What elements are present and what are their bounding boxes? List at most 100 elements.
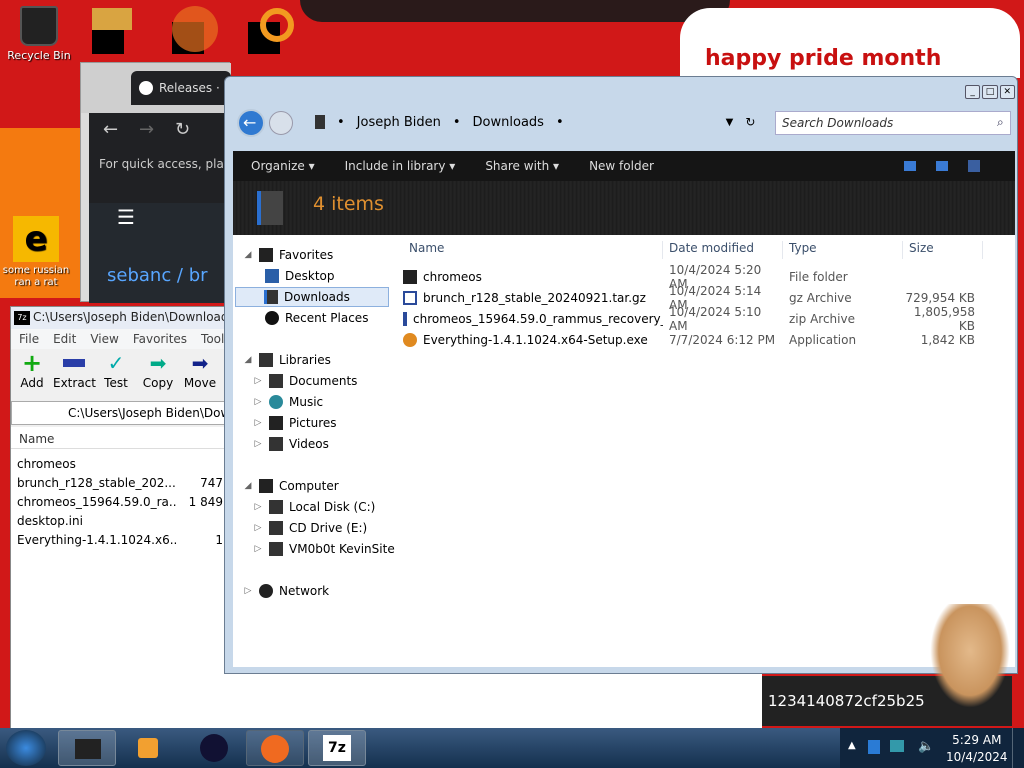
view-icon[interactable] — [903, 161, 916, 171]
desktop-shortcut-e[interactable]: e some russian ran a rat — [0, 216, 72, 289]
recent-places-icon — [265, 311, 279, 325]
network-tray-icon[interactable] — [890, 740, 904, 752]
repo-link[interactable]: sebanc / br — [107, 265, 208, 286]
browser-tab[interactable]: Releases · se — [131, 71, 231, 105]
col-type[interactable]: Type — [783, 241, 903, 259]
file-row[interactable]: Everything-1.4.1.1024.x64-Setup.exe 7/7/… — [403, 330, 1015, 350]
7zip-test-button[interactable]: ✓ Test — [95, 349, 137, 401]
folder-icon — [403, 270, 417, 284]
7zip-add-button[interactable]: + Add — [11, 349, 53, 401]
show-desktop-button[interactable] — [1012, 728, 1024, 768]
nav-libraries[interactable]: ◢ Libraries — [243, 350, 331, 370]
7zip-col-name[interactable]: Name — [11, 427, 227, 449]
minimize-button[interactable]: _ — [965, 85, 981, 99]
7zip-row[interactable]: chromeos_15964.59.0_ra... 1 849 — [17, 495, 223, 514]
show-hidden-icons[interactable]: ▲ — [848, 740, 856, 751]
nav-documents[interactable]: ▷ Documents — [253, 371, 357, 391]
move-arrow-icon: ➡ — [191, 351, 209, 375]
7zip-menu-edit[interactable]: Edit — [53, 332, 76, 349]
breadcrumb-user[interactable]: Joseph Biden — [357, 115, 441, 130]
address-dropdown-icon[interactable]: ▼ — [726, 117, 734, 128]
e-app-label: some russian ran a rat — [2, 265, 70, 288]
taskbar-7zip[interactable]: 7z — [308, 730, 366, 766]
7zip-copy-button[interactable]: ➡ Copy — [137, 349, 179, 401]
reload-icon[interactable]: ↻ — [175, 119, 190, 140]
7zip-menu-favorites[interactable]: Favorites — [133, 332, 187, 349]
desktop-white-area — [226, 674, 762, 728]
7zip-row[interactable]: Everything-1.4.1.1024.x6... 1 — [17, 533, 223, 552]
browser-window[interactable]: Releases · se ← → ↻ For quick access, pl… — [80, 62, 249, 303]
copy-arrow-icon: ➡ — [149, 351, 167, 375]
nav-label: Music — [289, 395, 324, 409]
nav-pictures[interactable]: ▷ Pictures — [253, 413, 337, 433]
nav-cd-drive[interactable]: ▷ CD Drive (E:) — [253, 518, 367, 538]
forward-button[interactable] — [269, 111, 293, 135]
taskbar-firefox[interactable] — [246, 730, 304, 766]
nav-local-disk[interactable]: ▷ Local Disk (C:) — [253, 497, 375, 517]
nav-network[interactable]: ▷ Network — [243, 581, 329, 601]
nav-music[interactable]: ▷ Music — [253, 392, 323, 412]
nav-favorites[interactable]: ◢ Favorites — [243, 245, 333, 265]
7zip-row[interactable]: brunch_r128_stable_202... 747 — [17, 476, 223, 495]
row-size: 1 — [215, 533, 223, 547]
col-name[interactable]: Name — [403, 241, 663, 259]
browser-nav: ← → ↻ For quick access, place y — [89, 113, 249, 203]
7zip-move-button[interactable]: ➡ Move — [179, 349, 221, 401]
taskbar-browser[interactable] — [184, 730, 242, 766]
clock[interactable]: 5:29 AM 10/4/2024 — [946, 732, 1008, 766]
col-size[interactable]: Size — [903, 241, 983, 259]
share-with-button[interactable]: Share with ▾ — [485, 159, 559, 173]
7zip-row[interactable]: desktop.ini — [17, 514, 223, 533]
explorer-icon — [75, 739, 101, 759]
taskbar-explorer[interactable] — [58, 730, 116, 766]
taskbar-media-player[interactable] — [120, 730, 178, 766]
new-folder-button[interactable]: New folder — [589, 159, 654, 173]
7zip-extract-button[interactable]: Extract — [53, 349, 96, 401]
7zip-window[interactable]: C:\Users\Joseph Biden\Downloads\ 7z File… — [10, 306, 231, 729]
nav-computer[interactable]: ◢ Computer — [243, 476, 339, 496]
nav-desktop[interactable]: Desktop — [265, 266, 335, 286]
banner-text: happy pride month — [705, 46, 942, 71]
extract-label: Extract — [53, 376, 96, 390]
file-row[interactable]: chromeos_15964.59.0_rammus_recovery_... … — [403, 305, 1015, 333]
breadcrumb-separator: • — [452, 114, 461, 130]
recycle-bin-shortcut[interactable]: Recycle Bin — [3, 6, 75, 62]
file-size: 729,954 KB — [905, 291, 975, 305]
organize-button[interactable]: Organize ▾ — [251, 159, 315, 173]
expand-arrow-icon: ◢ — [244, 355, 252, 365]
col-date[interactable]: Date modified — [663, 241, 783, 259]
check-icon: ✓ — [107, 351, 125, 375]
7zip-menu-view[interactable]: View — [90, 332, 118, 349]
maximize-button[interactable]: □ — [982, 85, 998, 99]
preview-pane-icon[interactable] — [935, 161, 948, 171]
volume-icon[interactable]: 🔈 — [918, 739, 934, 754]
breadcrumb-downloads[interactable]: Downloads — [473, 115, 544, 130]
nav-label: Desktop — [285, 269, 335, 283]
back-icon[interactable]: ← — [103, 119, 118, 140]
forward-icon[interactable]: → — [139, 119, 154, 140]
refresh-icon[interactable]: ↻ — [745, 115, 755, 129]
file-name-cell: brunch_r128_stable_20240921.tar.gz — [403, 291, 663, 305]
7zip-menu-file[interactable]: File — [19, 332, 39, 349]
nav-downloads[interactable]: Downloads — [235, 287, 389, 307]
include-library-button[interactable]: Include in library ▾ — [345, 159, 456, 173]
pictures-icon — [269, 416, 283, 430]
start-button[interactable] — [6, 730, 46, 766]
7zip-address[interactable]: C:\Users\Joseph Biden\Downl — [11, 401, 227, 425]
search-input[interactable]: Search Downloads — [775, 111, 1011, 135]
back-button[interactable]: ← — [237, 109, 265, 137]
address-bar[interactable]: • Joseph Biden • Downloads • ▼ ↻ — [299, 109, 779, 135]
7zip-row[interactable]: chromeos — [17, 457, 223, 476]
explorer-window[interactable]: _ □ ✕ ← • Joseph Biden • Downloads • ▼ ↻… — [224, 76, 1018, 674]
tray-app-icon[interactable] — [868, 740, 880, 754]
share-label: Share with — [485, 159, 550, 173]
close-button[interactable]: ✕ — [999, 85, 1015, 99]
7zip-title: C:\Users\Joseph Biden\Downloads\ — [11, 307, 227, 329]
menu-icon[interactable]: ☰ — [117, 205, 135, 229]
nav-videos[interactable]: ▷ Videos — [253, 434, 329, 454]
nav-vm-drive[interactable]: ▷ VM0b0t KevinSite — [253, 539, 395, 559]
add-label: Add — [20, 376, 44, 390]
breadcrumb-separator: • — [555, 114, 564, 130]
nav-recent-places[interactable]: Recent Places — [265, 308, 368, 328]
help-icon[interactable] — [967, 160, 980, 172]
